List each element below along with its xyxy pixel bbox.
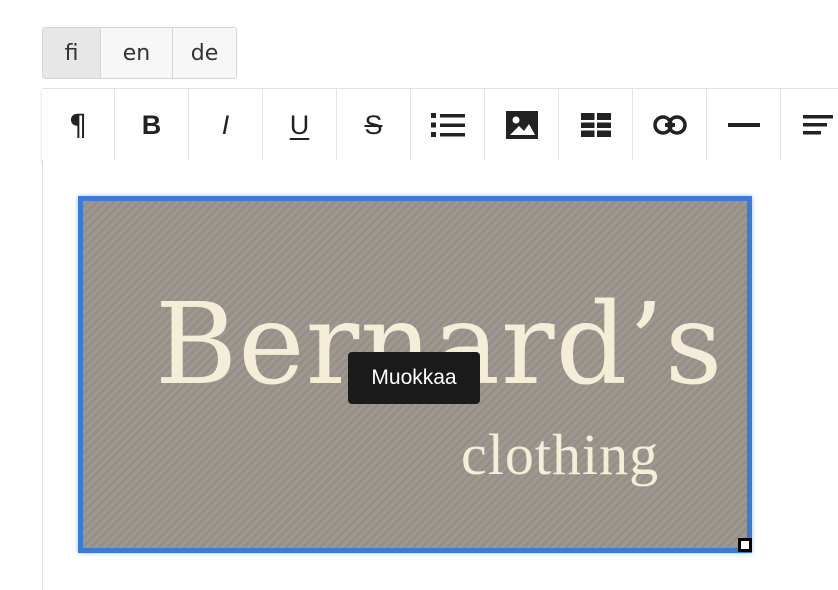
italic-icon: I [221, 109, 230, 140]
underline-button[interactable]: U [263, 89, 337, 161]
logo-sub-text: clothing [461, 422, 660, 487]
bold-button[interactable]: B [115, 89, 189, 161]
language-tabs: fi en de [42, 27, 237, 79]
bullet-list-button[interactable] [411, 89, 485, 161]
language-tab-de[interactable]: de [172, 28, 236, 78]
image-button[interactable] [485, 89, 559, 161]
list-icon [430, 113, 465, 137]
align-button[interactable] [781, 89, 838, 161]
table-button[interactable] [559, 89, 633, 161]
strikethrough-button[interactable]: S [337, 89, 411, 161]
paragraph-button[interactable]: ¶ [42, 89, 115, 161]
table-icon [580, 113, 611, 137]
horizontal-rule-button[interactable] [707, 89, 781, 161]
link-icon [652, 115, 687, 135]
edit-tooltip[interactable]: Muokkaa [348, 352, 480, 404]
image-resize-handle[interactable] [738, 538, 752, 552]
align-left-icon [802, 115, 833, 135]
image-icon [505, 111, 538, 139]
italic-button[interactable]: I [189, 89, 263, 161]
link-button[interactable] [633, 89, 707, 161]
language-tab-fi[interactable]: fi [43, 28, 100, 78]
strikethrough-icon: S [364, 109, 383, 140]
bold-icon: B [141, 109, 162, 140]
pilcrow-icon: ¶ [68, 107, 88, 142]
horizontal-rule-icon [727, 123, 760, 127]
editor-toolbar: ¶ B I U S [42, 88, 838, 161]
language-tab-en[interactable]: en [100, 28, 172, 78]
underline-icon: U [289, 109, 310, 140]
